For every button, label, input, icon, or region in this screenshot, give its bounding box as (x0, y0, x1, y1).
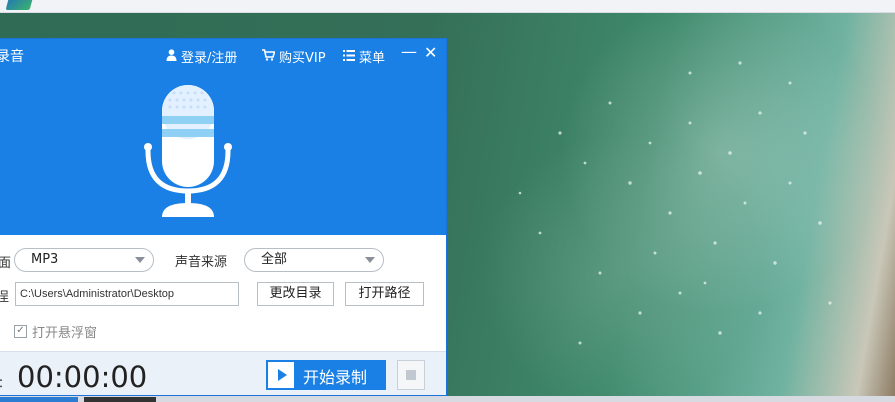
user-icon (166, 49, 177, 64)
stop-icon (406, 370, 416, 380)
recorder-window: 录音 登录/注册 购买VIP 菜单 — ✕ (0, 38, 447, 396)
window-title: 录音 (0, 49, 24, 65)
checkbox-icon: ✓ (14, 325, 27, 338)
login-label: 登录/注册 (181, 51, 238, 66)
window-header: 录音 登录/注册 购买VIP 菜单 — ✕ (0, 39, 446, 235)
vip-label: 购买VIP (279, 51, 326, 66)
host-window-topbar (0, 0, 895, 13)
format-select[interactable]: MP3 (14, 248, 154, 272)
stop-button[interactable] (397, 360, 425, 390)
minimize-button[interactable]: — (401, 42, 417, 61)
taskbar-item-active[interactable] (0, 397, 78, 402)
change-dir-button[interactable]: 更改目录 (257, 282, 334, 306)
start-record-button[interactable]: 开始录制 (266, 360, 386, 390)
cart-icon (262, 49, 276, 64)
menu-label: 菜单 (359, 51, 386, 66)
source-label: 声音来源 (175, 255, 228, 270)
chevron-down-icon (135, 257, 145, 263)
open-path-button[interactable]: 打开路径 (345, 282, 424, 306)
menu-icon (343, 49, 355, 64)
path-label: 浧 (0, 286, 9, 305)
taskbar-item[interactable] (84, 397, 156, 402)
chevron-down-icon (365, 257, 375, 263)
microphone-icon (140, 83, 236, 223)
play-icon (268, 362, 294, 388)
format-value: MP3 (31, 252, 59, 267)
floating-window-label: 打开悬浮窗 (32, 326, 98, 341)
taskbar (0, 396, 895, 402)
floating-window-checkbox[interactable]: ✓ 打开悬浮窗 (14, 322, 97, 341)
recorder-bottom-bar: ： 00:00:00 开始录制 (0, 351, 446, 395)
save-path-input[interactable]: C:\Users\Administrator\Desktop (15, 282, 239, 306)
start-record-label: 开始录制 (303, 368, 368, 387)
close-button[interactable]: ✕ (424, 43, 437, 62)
format-label: 面 (0, 252, 11, 271)
login-button[interactable]: 登录/注册 (166, 47, 237, 66)
timer-label: ： (0, 374, 10, 391)
source-select[interactable]: 全部 (244, 248, 384, 272)
elapsed-timer: 00:00:00 (17, 360, 148, 394)
menu-button[interactable]: 菜单 (343, 47, 385, 66)
app-logo-icon (5, 0, 35, 10)
buy-vip-button[interactable]: 购买VIP (262, 47, 326, 66)
source-value: 全部 (261, 252, 288, 267)
